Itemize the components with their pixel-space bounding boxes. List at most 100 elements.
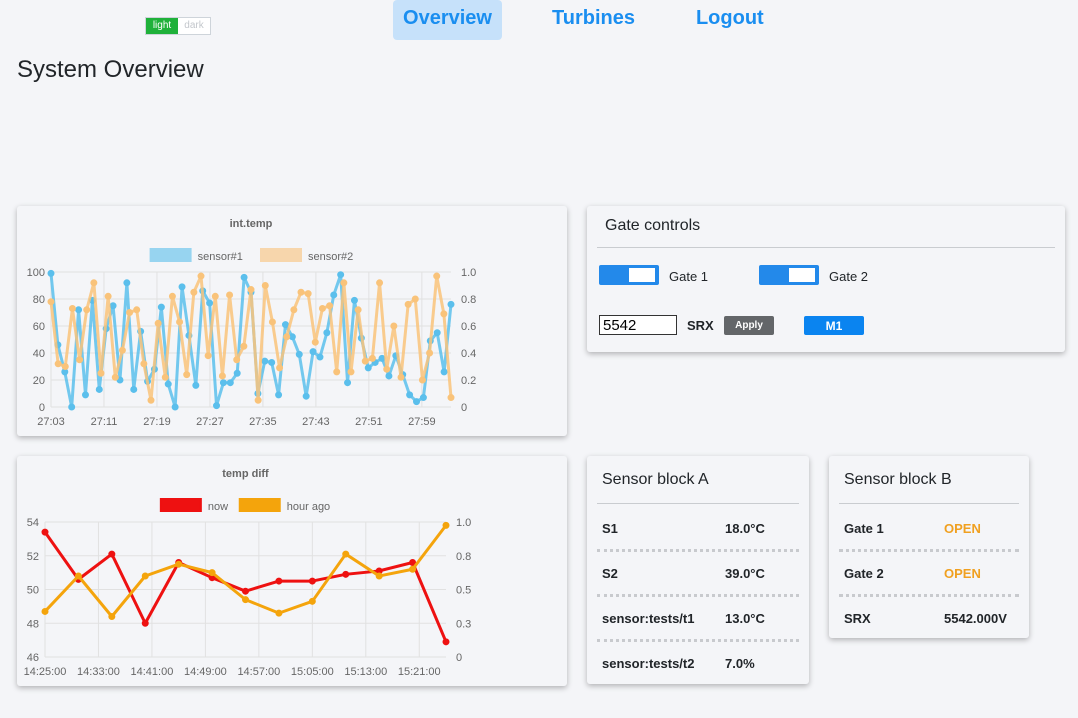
y-tick-label: 50: [27, 585, 39, 597]
data-point: [281, 321, 289, 329]
table-row: sensor:tests/t2 7.0%: [597, 639, 799, 684]
theme-dark-option[interactable]: dark: [178, 18, 210, 34]
data-point: [147, 396, 155, 404]
y-tick-label: 40: [33, 348, 45, 360]
gate-2-label: Gate 2: [829, 269, 869, 284]
data-point: [318, 304, 326, 312]
y2-tick-label: 0: [456, 652, 462, 664]
data-point: [154, 319, 162, 327]
data-point: [118, 346, 126, 354]
data-point: [433, 272, 441, 280]
legend-swatch-1: [159, 498, 202, 512]
data-point: [413, 398, 421, 406]
data-point: [76, 356, 84, 364]
data-point: [242, 596, 249, 604]
x-tick-label: 14:57:00: [237, 666, 280, 678]
data-point: [404, 300, 412, 308]
legend-label-2: hour ago: [287, 501, 330, 513]
data-point: [74, 572, 82, 580]
data-point: [340, 279, 348, 287]
data-point: [141, 619, 149, 627]
x-tick-label: 27:43: [302, 416, 330, 428]
data-point: [83, 306, 91, 314]
sensor-block-a-card: Sensor block A S1 18.0°C S2 39.0°C senso…: [587, 456, 809, 684]
x-tick-label: 27:27: [196, 416, 224, 428]
data-point: [233, 369, 241, 377]
x-tick-label: 15:05:00: [291, 666, 334, 678]
y2-tick-label: 0.4: [461, 348, 476, 360]
data-point: [192, 381, 200, 389]
data-point: [261, 357, 269, 365]
x-tick-label: 27:59: [408, 416, 436, 428]
legend-label-1: sensor#1: [198, 251, 243, 263]
data-point: [47, 269, 55, 277]
y2-tick-label: 0.8: [461, 294, 476, 306]
data-point: [433, 329, 441, 337]
data-point: [208, 569, 216, 577]
gate-1-toggle[interactable]: [599, 265, 659, 285]
data-point: [275, 391, 283, 399]
data-point: [47, 298, 55, 306]
data-point: [337, 271, 345, 279]
data-point: [254, 396, 262, 404]
y2-tick-label: 1.0: [461, 267, 476, 279]
data-point: [308, 577, 316, 585]
temp-diff-chart-card: temp diff now hour ago 46 0 48 0.3 50 0.5 52 0.8 54…: [17, 456, 567, 686]
data-point: [111, 373, 119, 381]
data-point: [406, 391, 414, 399]
y2-tick-label: 1.0: [456, 517, 471, 529]
row-key: S1: [602, 521, 618, 536]
divider: [597, 247, 1055, 248]
y-tick-label: 54: [27, 517, 39, 529]
data-point: [168, 292, 176, 300]
srx-value-input[interactable]: [599, 315, 677, 335]
data-point: [213, 402, 221, 410]
data-point: [354, 306, 362, 314]
data-point: [268, 358, 276, 366]
row-value: 7.0%: [725, 656, 755, 671]
sensor-block-b-card: Sensor block B Gate 1 OPEN Gate 2 OPEN S…: [829, 456, 1029, 638]
theme-toggle[interactable]: light dark: [145, 17, 211, 35]
m1-button[interactable]: M1: [804, 316, 864, 335]
data-point: [226, 291, 234, 299]
data-point: [304, 290, 312, 298]
data-point: [219, 379, 227, 387]
y2-tick-label: 0: [461, 402, 467, 414]
data-point: [364, 364, 372, 372]
y-tick-label: 48: [27, 618, 39, 630]
data-point: [297, 288, 305, 296]
legend-swatch-2: [260, 248, 302, 262]
data-point: [130, 385, 138, 393]
nav-logout-link[interactable]: Logout: [696, 0, 764, 40]
data-point: [323, 329, 331, 337]
data-point: [176, 318, 184, 326]
chart-title: int.temp: [230, 218, 273, 230]
data-point: [375, 572, 383, 580]
data-point: [104, 292, 112, 300]
apply-button[interactable]: Apply: [724, 316, 774, 335]
row-value: 18.0°C: [725, 521, 765, 536]
data-point: [440, 310, 448, 318]
data-point: [178, 283, 186, 291]
gate-2-toggle[interactable]: [759, 265, 819, 285]
y-tick-label: 0: [39, 402, 45, 414]
data-point: [197, 272, 205, 280]
nav-overview-link[interactable]: Overview: [393, 0, 502, 40]
row-key: Gate 2: [844, 566, 884, 581]
nav-turbines-link[interactable]: Turbines: [552, 0, 635, 40]
legend-label-2: sensor#2: [308, 251, 353, 263]
data-point: [123, 279, 131, 287]
x-tick-label: 14:41:00: [131, 666, 174, 678]
data-point: [108, 613, 116, 620]
data-point: [175, 560, 183, 568]
row-key: sensor:tests/t1: [602, 611, 695, 626]
data-point: [242, 587, 249, 595]
data-point: [302, 392, 310, 400]
table-row: sensor:tests/t1 13.0°C: [597, 594, 799, 642]
x-tick-label: 15:13:00: [344, 666, 387, 678]
data-point: [218, 372, 226, 380]
theme-light-option[interactable]: light: [146, 18, 178, 34]
data-point: [440, 368, 448, 376]
data-point: [376, 279, 384, 287]
y2-tick-label: 0.6: [461, 321, 476, 333]
